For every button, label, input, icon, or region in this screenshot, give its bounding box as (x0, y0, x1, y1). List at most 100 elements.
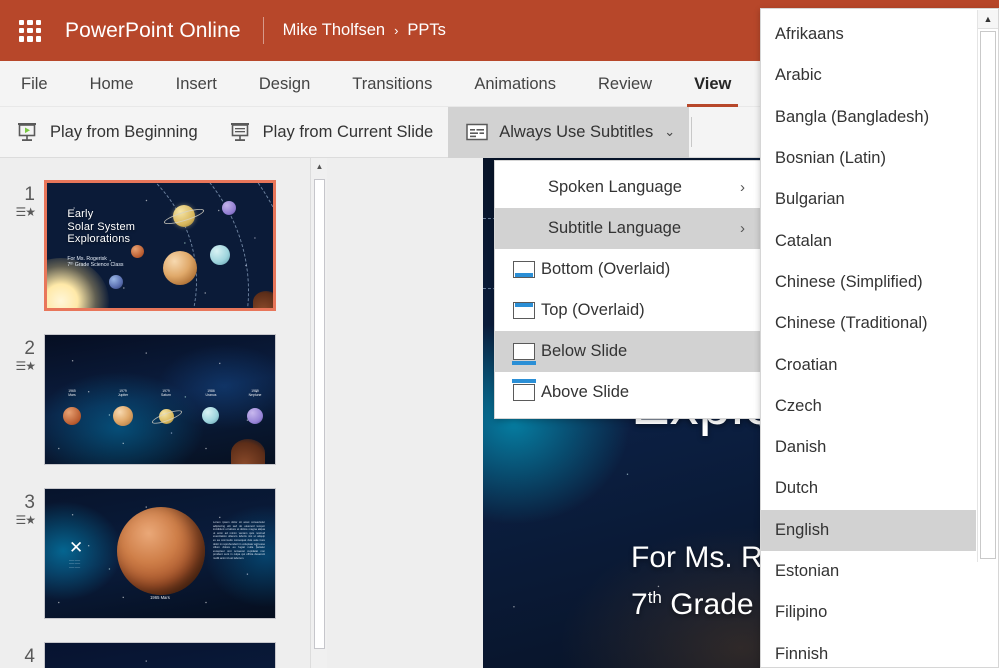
tab-insert[interactable]: Insert (155, 61, 238, 107)
animation-marker-icon: ☰★ (15, 513, 36, 527)
starfield (45, 643, 275, 668)
play-from-current-slide-button[interactable]: Play from Current Slide (213, 107, 449, 158)
breadcrumb-chevron-icon: › (394, 23, 399, 38)
topbar-divider (262, 17, 264, 44)
language-item-filipino[interactable]: Filipino (761, 592, 976, 633)
scrollbar-thumb[interactable] (314, 179, 325, 649)
planet-neptune (222, 201, 236, 215)
planet-mars (131, 245, 144, 258)
menu-item-label: Below Slide (541, 342, 628, 360)
language-list-scrollbar[interactable]: ▲ (977, 10, 998, 562)
menu-item-spoken-language[interactable]: Spoken Language › (495, 167, 763, 208)
slide-4-meta: 4 ☰★ (0, 642, 44, 668)
slide-2-meta: 2 ☰★ (0, 334, 44, 465)
subtitles-dropdown-menu: Spoken Language › Subtitle Language › Bo… (494, 160, 764, 419)
slide-4-preview[interactable] (44, 642, 276, 668)
tab-transitions[interactable]: Transitions (331, 61, 453, 107)
tab-home[interactable]: Home (69, 61, 155, 107)
always-use-subtitles-label: Always Use Subtitles (499, 122, 654, 141)
thumbnail-slide-4[interactable]: 4 ☰★ (0, 642, 310, 668)
language-item-afrikaans[interactable]: Afrikaans (761, 14, 976, 55)
always-use-subtitles-button[interactable]: Always Use Subtitles ⌄ (448, 106, 690, 158)
animation-marker-icon: ☰★ (15, 205, 36, 219)
menu-item-below-slide[interactable]: Below Slide (495, 331, 763, 372)
scroll-up-arrow-icon[interactable]: ▲ (311, 158, 328, 175)
tab-animations[interactable]: Animations (453, 61, 577, 107)
slide-1-preview[interactable]: Early Solar System Explorations For Ms. … (44, 180, 276, 311)
breadcrumb-user[interactable]: Mike Tholfsen (283, 21, 385, 40)
breadcrumb-folder[interactable]: PPTs (407, 21, 446, 40)
thumbnail-slide-3[interactable]: 3 ☰★ ✕ —— —— —— —— —— —— Lorem ipsum dolor… (0, 488, 310, 619)
menu-item-label: Above Slide (541, 383, 630, 401)
thumbnail-slide-1[interactable]: 1 ☰★ Early Solar System Explorations For… (0, 180, 310, 311)
caption-top-overlaid-icon (507, 302, 541, 319)
menu-item-label: Spoken Language (548, 178, 682, 196)
language-item-chinese-simplified[interactable]: Chinese (Simplified) (761, 262, 976, 303)
toolbar-divider (691, 117, 693, 147)
language-item-english[interactable]: English (761, 509, 976, 551)
language-item-chinese-traditional[interactable]: Chinese (Traditional) (761, 303, 976, 344)
menu-item-subtitle-language[interactable]: Subtitle Language › (495, 208, 763, 249)
language-item-arabic[interactable]: Arabic (761, 55, 976, 96)
tab-file[interactable]: File (0, 61, 69, 107)
menu-item-bottom-overlaid[interactable]: Bottom (Overlaid) (495, 249, 763, 290)
play-from-beginning-label: Play from Beginning (50, 122, 198, 141)
planet-uranus (210, 245, 230, 265)
menu-item-top-overlaid[interactable]: Top (Overlaid) (495, 290, 763, 331)
slide-number: 4 (24, 646, 35, 667)
slide-thumbnail-pane: 1 ☰★ Early Solar System Explorations For… (0, 158, 310, 668)
menu-item-above-slide[interactable]: Above Slide (495, 372, 763, 413)
tab-review[interactable]: Review (577, 61, 673, 107)
language-item-bosnian-latin[interactable]: Bosnian (Latin) (761, 138, 976, 179)
play-from-beginning-button[interactable]: Play from Beginning (0, 107, 213, 158)
planet-label: 1979 Jupiter (117, 389, 129, 397)
slide-number: 2 (24, 338, 35, 359)
planet-neptune (247, 408, 263, 424)
language-item-catalan[interactable]: Catalan (761, 220, 976, 261)
planet-far (231, 439, 265, 464)
thumbnail-slide-2[interactable]: 2 ☰★ 1965 Mars 1979 Jupiter 1979 Saturn … (0, 334, 310, 465)
menu-item-label: Top (Overlaid) (541, 301, 645, 319)
planet-label: 1986 Uranus (205, 389, 217, 397)
app-launcher-grid-icon[interactable] (19, 19, 41, 42)
planet-earth (109, 275, 123, 289)
language-item-finnish[interactable]: Finnish (761, 633, 976, 667)
planet-jupiter (163, 251, 197, 285)
caption-above-slide-icon (507, 379, 541, 401)
thumbnail-pane-scrollbar[interactable]: ▲ (310, 158, 328, 668)
close-marker-icon: ✕ (69, 538, 84, 557)
planet-mars-large (117, 507, 205, 595)
caption-bottom-overlaid-icon (507, 261, 541, 278)
language-item-croatian[interactable]: Croatian (761, 344, 976, 385)
slide-3-paragraph: Lorem ipsum dolor sit amet consectetur a… (213, 521, 265, 560)
slide-3-caption: 1965 Mars (150, 595, 170, 600)
slide-3-preview[interactable]: ✕ —— —— —— —— —— —— Lorem ipsum dolor sit … (44, 488, 276, 619)
subtitle-language-submenu: Afrikaans Arabic Bangla (Bangladesh) Bos… (760, 8, 999, 668)
subtitles-icon (466, 123, 488, 141)
powerpoint-online-window: PowerPoint Online Mike Tholfsen › PPTs F… (0, 0, 999, 668)
planet-label: 1989 Neptune (248, 389, 262, 397)
language-item-bangla-bangladesh[interactable]: Bangla (Bangladesh) (761, 97, 976, 138)
language-item-czech[interactable]: Czech (761, 386, 976, 427)
slide-1-subtitle: For Ms. Rogerisk 7ᵗʰ Grade Science Class (67, 255, 124, 268)
planet-label: 1979 Saturn (161, 389, 171, 397)
planet-label: 1965 Mars (68, 389, 76, 397)
caption-below-slide-icon (507, 343, 541, 365)
scrollbar-thumb[interactable] (980, 31, 996, 559)
scroll-up-arrow-icon[interactable]: ▲ (978, 10, 998, 29)
play-from-beginning-icon (15, 120, 39, 144)
tab-view[interactable]: View (673, 61, 752, 107)
app-title: PowerPoint Online (65, 18, 241, 42)
language-item-dutch[interactable]: Dutch (761, 468, 976, 509)
planet-far (253, 291, 273, 308)
tab-design[interactable]: Design (238, 61, 331, 107)
slide-number: 1 (24, 184, 35, 205)
orbit-ring (47, 183, 273, 308)
animation-marker-icon: ☰★ (15, 359, 36, 373)
language-item-estonian[interactable]: Estonian (761, 551, 976, 592)
planet-uranus (202, 407, 219, 424)
slide-2-preview[interactable]: 1965 Mars 1979 Jupiter 1979 Saturn 1986 … (44, 334, 276, 465)
slide-3-meta: 3 ☰★ (0, 488, 44, 619)
language-item-bulgarian[interactable]: Bulgarian (761, 179, 976, 220)
language-item-danish[interactable]: Danish (761, 427, 976, 468)
